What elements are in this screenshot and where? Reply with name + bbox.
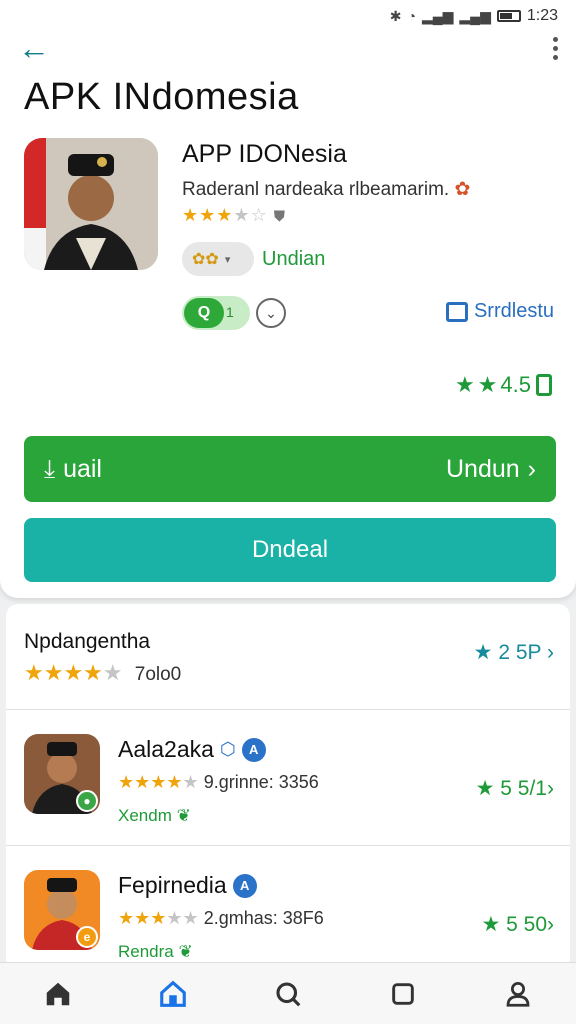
- chevron-right-icon: ›: [547, 777, 554, 800]
- list-item[interactable]: ● Aala2aka ⬡ A ★★★★★ 9.grinne: 3356 Xendm …: [6, 710, 570, 846]
- square-icon: [392, 982, 414, 1005]
- chevron-right-icon: ›: [547, 913, 554, 936]
- badge-icon: e: [76, 926, 98, 948]
- rating-value: 4.5: [500, 372, 531, 397]
- chevron-down-icon[interactable]: ⌄: [256, 298, 286, 328]
- nav-apps[interactable]: [379, 970, 427, 1018]
- category-chip[interactable]: ✿✿ ▾: [182, 242, 254, 276]
- chevron-right-icon: ›: [527, 454, 536, 483]
- install-button[interactable]: ⤓ uail Undun ›: [24, 436, 556, 502]
- emoji-icon: ✿: [449, 179, 471, 200]
- image-icon: [445, 301, 468, 322]
- app-tag: Xendm ❦: [118, 806, 191, 825]
- star-icon: ★: [477, 372, 498, 397]
- nav-profile[interactable]: [494, 970, 542, 1018]
- star-icon: ★: [102, 660, 123, 685]
- star-icon: ☆: [250, 205, 268, 225]
- star-icon: ★: [216, 205, 234, 225]
- profile-icon: [506, 981, 530, 1007]
- more-options-icon[interactable]: [553, 36, 558, 60]
- app-name: APP IDONesia: [182, 140, 347, 168]
- app-icon: [24, 138, 158, 270]
- install-button-label: uail: [63, 454, 102, 483]
- summary-stars: ★★★★★ 7olo0: [24, 660, 181, 686]
- secondary-button[interactable]: Dndeal: [24, 518, 556, 582]
- status-time: 1:23: [526, 7, 558, 24]
- install-button-right-label: Undun: [446, 454, 520, 483]
- summary-count: 7olo0: [134, 664, 182, 685]
- signal-icon: ▂▄▆: [421, 7, 454, 24]
- download-icon: ⤓: [44, 454, 56, 483]
- nav-search[interactable]: [264, 970, 312, 1018]
- verified-icon: A: [232, 873, 257, 898]
- toggle-knob: Q: [184, 298, 224, 328]
- app-rating: ★ 5 50›: [481, 913, 554, 936]
- star-icon: ★: [473, 641, 493, 664]
- summary-rating: ★ 2 5P ›: [473, 641, 554, 664]
- leaf-icon: ❦: [178, 942, 193, 961]
- app-detail-card: ✱ ◔ ▂▄▆ ▂▄▆ 1:23 ← APK INdomesia APP IDO…: [0, 0, 576, 598]
- back-arrow-icon[interactable]: ←: [18, 32, 50, 64]
- app-rating-stars: ★★★★☆ ⛊: [182, 205, 286, 226]
- award-icon: ✿✿: [192, 251, 219, 268]
- nav-home[interactable]: [34, 970, 82, 1018]
- side-link-label: Srrdlestu: [473, 300, 554, 322]
- badge-icon: ●: [76, 790, 98, 812]
- search-icon: [276, 981, 301, 1006]
- app-name: Fepirnedia A: [118, 872, 257, 899]
- phone-icon: [536, 374, 552, 396]
- app-list-card: Npdangentha ★★★★★ 7olo0 ★ 2 5P › ● Aala2…: [6, 604, 570, 964]
- nav-store[interactable]: [149, 970, 197, 1018]
- rating-display: ★ ★ 4.5: [455, 372, 552, 398]
- app-icon: e: [24, 870, 100, 950]
- app-meta: ★★★★★ 2.gmhas: 38F6: [118, 908, 324, 928]
- app-icon: ●: [24, 734, 100, 814]
- star-icon: ★★★: [118, 908, 167, 928]
- list-item[interactable]: e Fepirnedia A ★★★★★ 2.gmhas: 38F6 Rendra…: [6, 846, 570, 964]
- store-icon: [159, 980, 186, 1007]
- bottom-navigation: [0, 962, 576, 1024]
- bluetooth-icon: ✱: [389, 7, 402, 24]
- summary-title: Npdangentha: [24, 630, 151, 653]
- star-icon: ★: [182, 772, 199, 792]
- shield-icon: ⛊: [273, 208, 286, 225]
- toggle-switch[interactable]: Q 1: [182, 296, 250, 330]
- star-icon: ★: [481, 913, 501, 936]
- signal-icon: ▂▄▆: [459, 7, 491, 24]
- app-name: Aala2aka ⬡ A: [118, 736, 266, 763]
- page-title: APK INdomesia: [24, 76, 299, 118]
- app-bar: ←: [18, 28, 558, 68]
- screenshot-link[interactable]: Srrdlestu: [445, 300, 554, 323]
- app-meta: ★★★★★ 9.grinne: 3356: [118, 772, 319, 792]
- wifi-icon: ◔: [407, 8, 416, 24]
- info-icon: ⬡: [219, 739, 236, 759]
- toggle-small-label: 1: [226, 304, 234, 320]
- home-icon: [46, 982, 69, 1005]
- chevron-right-icon: ›: [547, 641, 554, 664]
- chevron-down-icon: ▾: [224, 253, 231, 266]
- star-icon: ★: [475, 777, 495, 800]
- summary-row[interactable]: Npdangentha ★★★★★ 7olo0 ★ 2 5P ›: [6, 604, 570, 710]
- chip-label: Undian: [262, 248, 326, 270]
- verified-icon: A: [241, 737, 266, 762]
- leaf-icon: ❦: [176, 806, 191, 825]
- star-icon: ★: [199, 205, 217, 225]
- battery-icon: [496, 10, 521, 22]
- star-icon: ★★★★: [24, 660, 103, 685]
- star-icon: ★★: [166, 908, 199, 928]
- app-rating: ★ 5 5/1›: [475, 777, 554, 800]
- star-icon: ★: [233, 205, 251, 225]
- app-subtitle: Raderanl nardeaka rlbeamarim. ✿: [182, 179, 471, 200]
- star-icon: ★: [454, 372, 475, 397]
- star-icon: ★★★★: [118, 772, 183, 792]
- app-tag: Rendra ❦: [118, 942, 193, 961]
- star-icon: ★: [182, 205, 200, 225]
